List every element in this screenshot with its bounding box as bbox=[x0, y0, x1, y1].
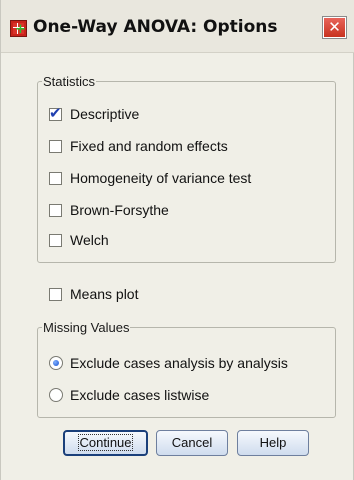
descriptive-checkbox-row[interactable]: Descriptive bbox=[49, 104, 140, 122]
brown-forsythe-checkbox[interactable] bbox=[49, 203, 62, 217]
exclude-listwise-radio[interactable] bbox=[49, 388, 63, 402]
brown-forsythe-row[interactable]: Brown-Forsythe bbox=[49, 202, 169, 218]
help-button[interactable]: Help bbox=[237, 430, 309, 456]
descriptive-checkbox[interactable] bbox=[49, 104, 62, 122]
close-x-icon: ✕ bbox=[324, 18, 345, 37]
homogeneity-row[interactable]: Homogeneity of variance test bbox=[49, 170, 251, 186]
missing-values-legend: Missing Values bbox=[42, 320, 131, 335]
exclude-analysis-label: Exclude cases analysis by analysis bbox=[70, 355, 288, 371]
exclude-listwise-row[interactable]: Exclude cases listwise bbox=[49, 387, 209, 403]
continue-button[interactable]: Continue bbox=[63, 430, 148, 456]
close-button[interactable]: ✕ bbox=[322, 16, 347, 39]
exclude-analysis-radio[interactable] bbox=[49, 356, 63, 370]
help-label: Help bbox=[259, 435, 287, 450]
homogeneity-checkbox[interactable] bbox=[49, 171, 62, 185]
fixed-random-effects-checkbox[interactable] bbox=[49, 139, 62, 153]
missing-values-group bbox=[37, 327, 336, 418]
welch-label: Welch bbox=[70, 232, 109, 248]
brown-forsythe-label: Brown-Forsythe bbox=[70, 202, 169, 218]
means-plot-label: Means plot bbox=[70, 286, 139, 302]
fixed-random-effects-label: Fixed and random effects bbox=[70, 138, 228, 154]
homogeneity-label: Homogeneity of variance test bbox=[70, 170, 252, 186]
cancel-button[interactable]: Cancel bbox=[156, 430, 228, 456]
descriptive-label: Descriptive bbox=[70, 106, 140, 122]
title-bar[interactable]: + One-Way ANOVA: Options ✕ bbox=[1, 0, 354, 53]
fixed-random-effects-row[interactable]: Fixed and random effects bbox=[49, 138, 228, 154]
statistics-legend: Statistics bbox=[42, 74, 97, 89]
cancel-label: Cancel bbox=[171, 435, 213, 450]
continue-label: Continue bbox=[78, 434, 133, 451]
welch-checkbox[interactable] bbox=[49, 233, 62, 247]
welch-row[interactable]: Welch bbox=[49, 232, 109, 248]
means-plot-checkbox[interactable] bbox=[49, 287, 62, 301]
exclude-analysis-row[interactable]: Exclude cases analysis by analysis bbox=[49, 355, 288, 371]
window-title: One-Way ANOVA: Options bbox=[33, 17, 278, 37]
exclude-listwise-label: Exclude cases listwise bbox=[70, 387, 210, 403]
anova-options-dialog: + One-Way ANOVA: Options ✕ Statistics De… bbox=[0, 0, 354, 480]
spss-table-icon: + bbox=[10, 20, 27, 37]
means-plot-row[interactable]: Means plot bbox=[49, 286, 138, 302]
